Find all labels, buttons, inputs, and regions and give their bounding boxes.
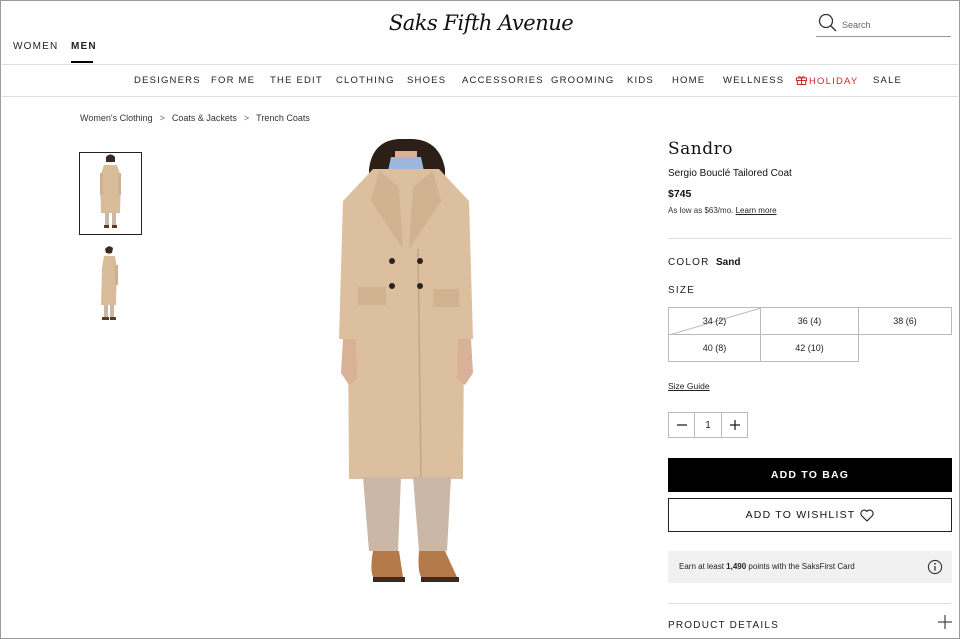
size-option-34[interactable]: 34 (2) [668, 307, 762, 336]
size-option-label: 38 (6) [893, 316, 917, 326]
quantity-increase-button[interactable] [721, 413, 747, 437]
gender-tab-women[interactable]: WOMEN [13, 41, 58, 52]
color-value: Sand [716, 257, 741, 268]
size-option-42[interactable]: 42 (10) [760, 334, 859, 362]
learn-more-link[interactable]: Learn more [736, 206, 777, 215]
thumbnail-side[interactable] [79, 241, 142, 324]
breadcrumb-trench-coats[interactable]: Trench Coats [256, 113, 310, 123]
financing-amount: As low as $63/mo. [668, 206, 734, 215]
quantity-value[interactable]: 1 [695, 413, 721, 437]
nav-designers[interactable]: DESIGNERS [134, 75, 201, 86]
quantity-decrease-button[interactable] [669, 413, 695, 437]
nav-holiday[interactable]: HOLIDAY [796, 75, 858, 87]
size-option-38[interactable]: 38 (6) [858, 307, 952, 335]
breadcrumb-coats-jackets[interactable]: Coats & Jackets [172, 113, 237, 123]
size-option-label: 34 (2) [702, 316, 727, 326]
nav-wellness[interactable]: WELLNESS [723, 75, 784, 86]
quantity-stepper: 1 [668, 412, 748, 438]
search-input[interactable] [842, 17, 947, 33]
minus-icon [676, 424, 687, 426]
points-text: Earn at least 1,490 points with the Saks… [679, 562, 855, 571]
gender-tab-men[interactable]: MEN [71, 41, 97, 52]
coat-model-image [339, 138, 473, 582]
details-divider [668, 603, 951, 604]
nav-for-me[interactable]: FOR ME [211, 75, 255, 86]
size-option-40[interactable]: 40 (8) [668, 334, 761, 362]
brand-name[interactable]: Sandro [668, 139, 733, 159]
search-box[interactable] [816, 13, 951, 37]
nav-grooming[interactable]: GROOMING [551, 75, 614, 86]
main-nav: DESIGNERS FOR ME THE EDIT CLOTHING SHOES… [1, 75, 959, 89]
size-option-label: 42 (10) [795, 343, 824, 353]
saksfirst-points-banner: Earn at least 1,490 points with the Saks… [668, 551, 952, 583]
add-to-wishlist-button[interactable]: ADD TO WISHLIST [668, 498, 952, 532]
active-tab-underline [71, 61, 93, 63]
size-option-label: 36 (4) [797, 316, 822, 326]
search-icon[interactable] [818, 13, 838, 33]
color-label: COLOR [668, 257, 710, 268]
product-details-toggle[interactable]: PRODUCT DETAILS [668, 620, 779, 631]
coat-side-thumbnail-image [101, 246, 118, 320]
gift-icon [796, 76, 807, 85]
info-icon[interactable] [927, 559, 943, 575]
financing-text: As low as $63/mo. Learn more [668, 206, 777, 215]
nav-divider [2, 96, 958, 97]
plus-icon [729, 420, 740, 430]
nav-sale[interactable]: SALE [873, 75, 902, 86]
nav-home[interactable]: HOME [672, 75, 705, 86]
main-product-image[interactable] [321, 138, 491, 591]
points-prefix: Earn at least [679, 562, 724, 571]
breadcrumb: Women's Clothing > Coats & Jackets > Trench … [80, 113, 310, 123]
header-divider [2, 64, 958, 65]
breadcrumb-separator: > [243, 113, 250, 123]
info-divider [668, 238, 951, 239]
size-option-label: 40 (8) [702, 343, 727, 353]
thumbnail-front[interactable] [79, 152, 142, 235]
expand-plus-icon[interactable] [938, 615, 952, 629]
breadcrumb-womens-clothing[interactable]: Women's Clothing [80, 113, 153, 123]
add-to-bag-button[interactable]: ADD TO BAG [668, 458, 952, 492]
product-price: $745 [668, 188, 692, 200]
points-suffix: points with the SaksFirst Card [748, 562, 855, 571]
coat-front-thumbnail-image [100, 154, 121, 228]
breadcrumb-separator: > [159, 113, 165, 123]
page-frame: WOMEN MEN Saks Fifth Avenue DESIGNERS FO… [0, 0, 960, 639]
size-guide-link[interactable]: Size Guide [668, 381, 710, 391]
nav-shoes[interactable]: SHOES [407, 75, 446, 86]
points-amount: 1,490 [726, 562, 747, 571]
size-selector: 34 (2) 36 (4) 38 (6) 40 (8) 42 (10) [668, 307, 952, 363]
size-option-36[interactable]: 36 (4) [760, 307, 859, 335]
nav-clothing[interactable]: CLOTHING [336, 75, 395, 86]
nav-kids[interactable]: KIDS [627, 75, 654, 86]
size-label: SIZE [668, 285, 696, 296]
nav-the-edit[interactable]: THE EDIT [270, 75, 323, 86]
heart-icon [860, 509, 874, 522]
wishlist-label: ADD TO WISHLIST [745, 509, 856, 521]
nav-accessories[interactable]: ACCESSORIES [462, 75, 544, 86]
nav-holiday-label: HOLIDAY [809, 76, 859, 87]
product-name: Sergio Bouclé Tailored Coat [668, 168, 792, 179]
